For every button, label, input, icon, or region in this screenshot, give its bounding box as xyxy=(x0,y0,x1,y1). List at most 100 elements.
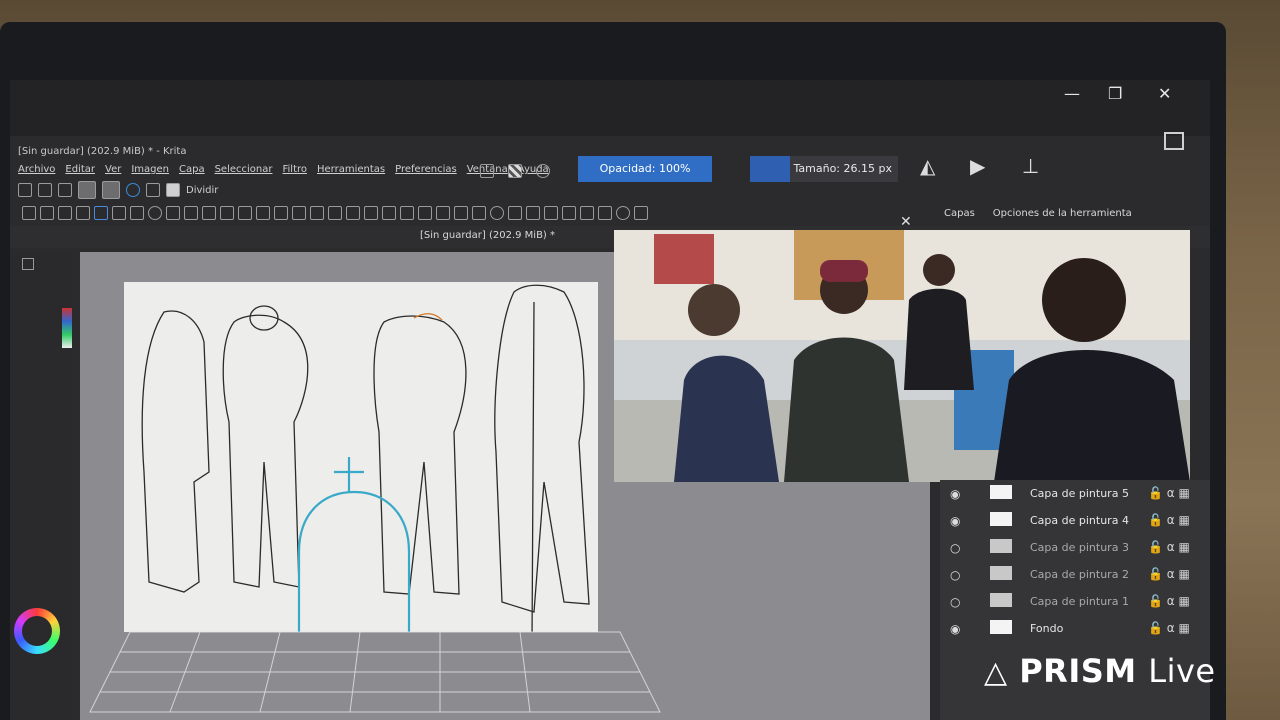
brush-options xyxy=(480,164,550,178)
move-tool-icon[interactable] xyxy=(292,206,306,220)
magnetic-select-icon[interactable] xyxy=(598,206,612,220)
dock-tabs: Capas Opciones de la herramienta xyxy=(944,208,1132,219)
close-docker-icon[interactable]: ✕ xyxy=(900,214,912,230)
drawing-canvas[interactable] xyxy=(124,282,598,643)
assistant-tool-icon[interactable] xyxy=(418,206,432,220)
menu-preferencias[interactable]: Preferencias xyxy=(395,164,457,175)
eye-icon[interactable]: ◉ xyxy=(950,487,960,501)
freehand-brush-icon[interactable] xyxy=(94,206,108,220)
layer-props-icons[interactable]: 🔓 α ▦ xyxy=(1148,567,1190,581)
polyline-tool-icon[interactable] xyxy=(184,206,198,220)
alpha-lock-icon[interactable] xyxy=(508,164,522,178)
eye-icon[interactable]: ◉ xyxy=(950,622,960,636)
fill-tool-icon[interactable] xyxy=(382,206,396,220)
transform-tool-icon[interactable] xyxy=(274,206,288,220)
layer-row[interactable]: ◉ Fondo 🔓 α ▦ xyxy=(940,615,1210,642)
edit-shapes-icon[interactable] xyxy=(58,206,72,220)
zoom-tool-icon[interactable] xyxy=(616,206,630,220)
eye-icon[interactable]: ◉ xyxy=(950,514,960,528)
eraser-icon[interactable] xyxy=(480,164,494,178)
left-docker xyxy=(10,250,72,720)
eye-hidden-icon[interactable]: ○ xyxy=(950,541,960,555)
maximize-button[interactable]: ❐ xyxy=(1108,84,1122,103)
reference-tool-icon[interactable] xyxy=(454,206,468,220)
gradient-swatch-icon[interactable] xyxy=(78,181,96,199)
eye-hidden-icon[interactable]: ○ xyxy=(950,568,960,582)
close-button[interactable]: ✕ xyxy=(1158,84,1171,103)
polygon-tool-icon[interactable] xyxy=(166,206,180,220)
color-picker-icon[interactable] xyxy=(346,206,360,220)
layer-row[interactable]: ○ Capa de pintura 2 🔓 α ▦ xyxy=(940,561,1210,588)
freehand-path-icon[interactable] xyxy=(220,206,234,220)
document-tab[interactable]: [Sin guardar] (202.9 MiB) * xyxy=(420,230,555,241)
calligraphy-icon[interactable] xyxy=(76,206,90,220)
docker-tab-icon[interactable] xyxy=(22,258,34,270)
bezier-select-icon[interactable] xyxy=(580,206,594,220)
rect-select-icon[interactable] xyxy=(472,206,486,220)
window-title: [Sin guardar] (202.9 MiB) * - Krita xyxy=(18,146,187,157)
color-history-strip[interactable] xyxy=(62,308,72,348)
menu-imagen[interactable]: Imagen xyxy=(131,164,169,175)
layer-props-icons[interactable]: 🔓 α ▦ xyxy=(1148,513,1190,527)
brush-editor-icon[interactable] xyxy=(146,183,160,197)
layer-row[interactable]: ○ Capa de pintura 3 🔓 α ▦ xyxy=(940,534,1210,561)
window-titlebar xyxy=(10,80,1210,136)
mirror-vertical-icon[interactable]: ▶ xyxy=(970,154,985,178)
layer-row[interactable]: ◉ Capa de pintura 4 🔓 α ▦ xyxy=(940,507,1210,534)
layer-props-icons[interactable]: 🔓 α ▦ xyxy=(1148,486,1190,500)
ellipse-select-icon[interactable] xyxy=(490,206,504,220)
menu-capa[interactable]: Capa xyxy=(179,164,205,175)
select-tool-icon[interactable] xyxy=(22,206,36,220)
enclose-fill-icon[interactable] xyxy=(400,206,414,220)
rectangle-tool-icon[interactable] xyxy=(130,206,144,220)
layer-thumbnail xyxy=(990,620,1012,634)
layer-row[interactable]: ◉ Capa de pintura 5 🔓 α ▦ xyxy=(940,480,1210,507)
size-slider[interactable]: Tamaño: 26.15 px xyxy=(750,156,898,182)
layer-props-icons[interactable]: 🔓 α ▦ xyxy=(1148,594,1190,608)
pattern-swatch-icon[interactable] xyxy=(102,181,120,199)
text-tool-icon[interactable] xyxy=(40,206,54,220)
wrap-around-icon[interactable]: ⊥ xyxy=(1022,154,1039,178)
menu-filtro[interactable]: Filtro xyxy=(282,164,307,175)
polygon-select-icon[interactable] xyxy=(508,206,522,220)
menu-editar[interactable]: Editar xyxy=(65,164,95,175)
opacity-slider[interactable]: Opacidad: 100% xyxy=(578,156,712,182)
color-wheel[interactable] xyxy=(14,608,60,654)
contiguous-select-icon[interactable] xyxy=(544,206,558,220)
freehand-select-icon[interactable] xyxy=(526,206,540,220)
reload-preset-icon[interactable] xyxy=(536,164,550,178)
save-icon[interactable] xyxy=(58,183,72,197)
ellipse-tool-icon[interactable] xyxy=(148,206,162,220)
eye-hidden-icon[interactable]: ○ xyxy=(950,595,960,609)
fill-bucket-icon[interactable] xyxy=(126,183,140,197)
open-document-icon[interactable] xyxy=(38,183,52,197)
blend-mode-select[interactable]: Dividir xyxy=(186,185,218,196)
mirror-horizontal-icon[interactable]: ◭ xyxy=(920,154,935,178)
layer-name: Capa de pintura 5 xyxy=(1030,487,1129,500)
minimize-button[interactable]: — xyxy=(1064,84,1080,103)
dynamic-brush-icon[interactable] xyxy=(238,206,252,220)
bezier-tool-icon[interactable] xyxy=(202,206,216,220)
line-tool-icon[interactable] xyxy=(112,206,126,220)
menu-archivo[interactable]: Archivo xyxy=(18,164,55,175)
layer-row[interactable]: ○ Capa de pintura 1 🔓 α ▦ xyxy=(940,588,1210,615)
gradient-tool-icon[interactable] xyxy=(328,206,342,220)
menu-ver[interactable]: Ver xyxy=(105,164,121,175)
similar-select-icon[interactable] xyxy=(562,206,576,220)
workspace-icon[interactable] xyxy=(1164,132,1184,150)
pan-tool-icon[interactable] xyxy=(634,206,648,220)
layer-props-icons[interactable]: 🔓 α ▦ xyxy=(1148,621,1190,635)
smart-patch-icon[interactable] xyxy=(364,206,378,220)
new-document-icon[interactable] xyxy=(18,183,32,197)
menu-herramientas[interactable]: Herramientas xyxy=(317,164,385,175)
layer-thumbnail xyxy=(990,593,1012,607)
layer-props-icons[interactable]: 🔓 α ▦ xyxy=(1148,540,1190,554)
brush-preset-icon[interactable] xyxy=(166,183,180,197)
tab-tool-options[interactable]: Opciones de la herramienta xyxy=(993,208,1132,219)
measure-tool-icon[interactable] xyxy=(436,206,450,220)
multibrush-icon[interactable] xyxy=(256,206,270,220)
tab-capas[interactable]: Capas xyxy=(944,208,975,219)
crop-tool-icon[interactable] xyxy=(310,206,324,220)
menu-seleccionar[interactable]: Seleccionar xyxy=(215,164,273,175)
video-overlay xyxy=(614,230,1190,482)
